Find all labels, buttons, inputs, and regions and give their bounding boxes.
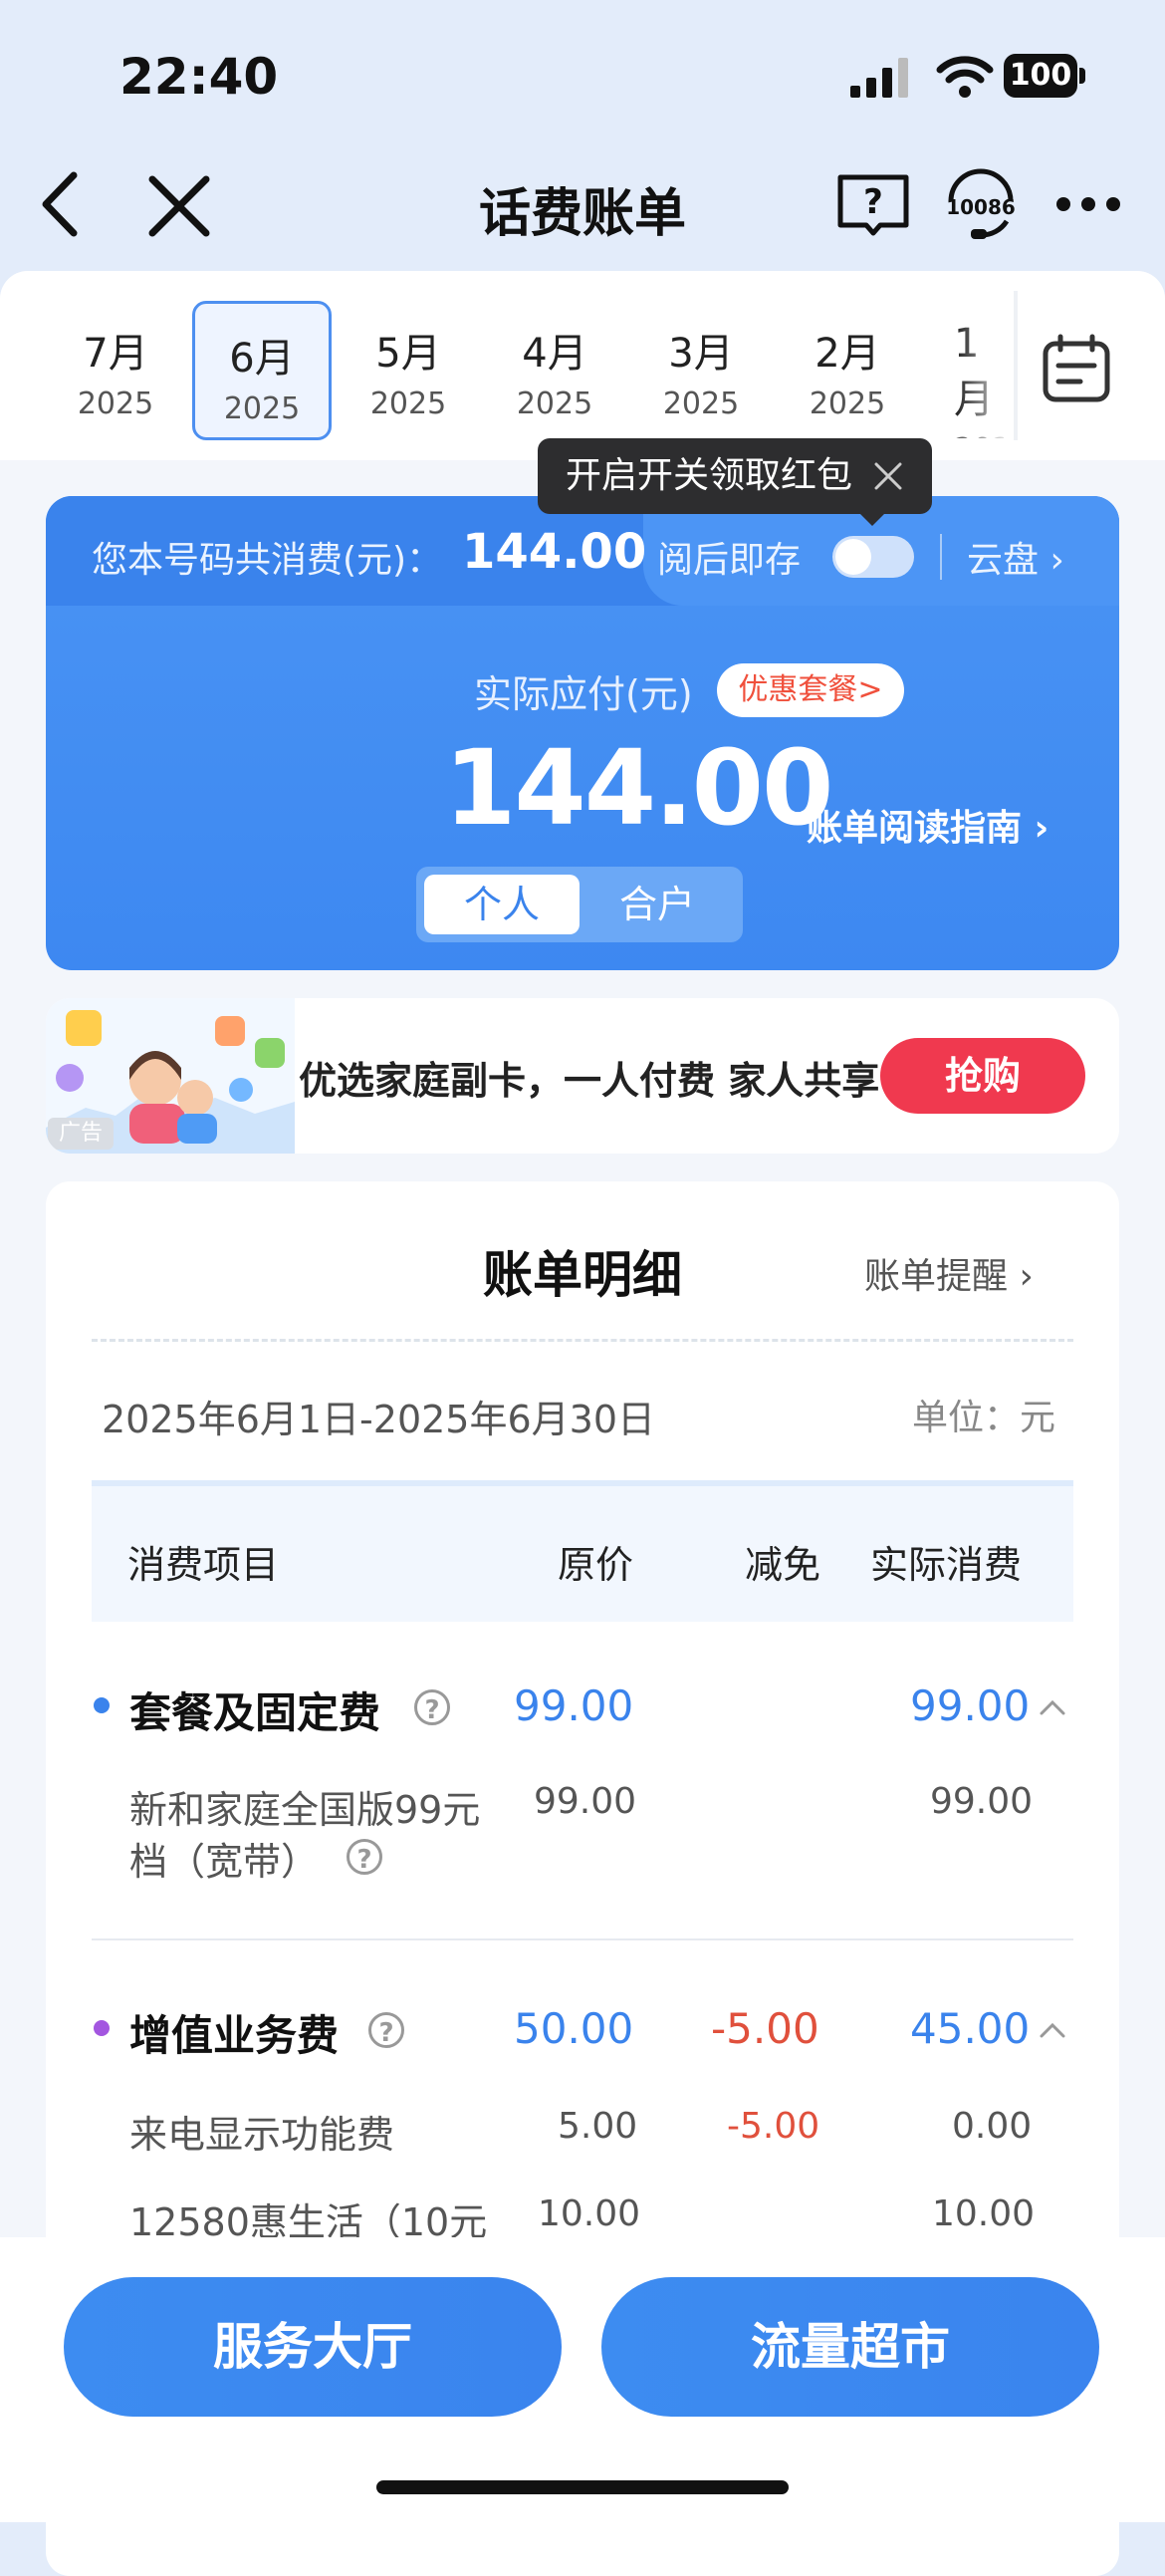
col-actual: 实际消费 [870,1543,1023,1587]
svg-text:?: ? [863,182,883,222]
buy-now-button[interactable]: 抢购 [880,1038,1085,1114]
month-tab[interactable]: 7月 2025 [46,299,185,438]
year-label: 2025 [369,386,447,421]
ad-banner[interactable]: 广告 优选家庭副卡，一人付费 家人共享 抢购 [46,998,1119,1154]
segment-joint[interactable]: 合户 [580,875,735,934]
bill-summary-card: 您本号码共消费(元)： 144.00 阅后即存 云盘 › 实际应付(元) 优惠套… [46,496,1119,970]
ad-tag: 广告 [48,1118,114,1150]
month-label: 6月 [229,336,295,382]
col-discount: 减免 [745,1543,821,1587]
month-tab[interactable]: 2月 2025 [778,299,917,438]
col-original: 原价 [558,1543,634,1587]
customer-service-icon[interactable]: 10086 [941,165,1021,245]
promo-package-badge[interactable]: 优惠套餐> [717,663,904,717]
bill-period: 2025年6月1日-2025年6月30日 [102,1398,656,1441]
group-title: 增值业务费 [129,2011,340,2060]
group-discount: -5.00 [711,2004,819,2053]
group-original: 50.00 [514,2004,634,2053]
ad-text: 优选家庭副卡，一人付费 家人共享 [299,1059,880,1103]
chevron-up-icon[interactable] [1038,1697,1067,1717]
chevron-up-icon[interactable] [1038,2020,1067,2040]
item-actual: 10.00 [932,2193,1036,2234]
cloud-disk-link[interactable]: 云盘 › [967,531,1064,583]
data-market-button[interactable]: 流量超市 [601,2277,1099,2417]
item-name-line2: 档（宽带） [129,1840,320,1884]
signal-icon [850,58,908,98]
year-label: 2025 [662,386,740,421]
table-header: 消费项目 原价 减免 实际消费 [92,1480,1073,1622]
item-discount: -5.00 [727,2106,820,2147]
month-tab[interactable]: 5月 2025 [339,299,478,438]
group-original: 99.00 [514,1681,634,1730]
read-store-toggle[interactable] [832,536,914,578]
battery-icon: 100 [1004,54,1087,100]
item-name: 来电显示功能费 [129,2113,395,2157]
wifi-icon [936,56,994,98]
month-label: 4月 [522,331,587,377]
actual-payable-value: 144.00 [444,727,833,849]
actual-payable-label: 实际应付(元) [474,672,693,716]
more-icon[interactable] [1053,184,1123,224]
month-label: 7月 [83,331,148,377]
bill-remind-link[interactable]: 账单提醒 › [864,1247,1034,1299]
unit-label: 单位：元 [912,1398,1056,1438]
month-label: 2月 [815,331,880,377]
year-label: 2025 [809,386,886,421]
item-original: 99.00 [534,1781,637,1822]
tooltip-text: 开启开关领取红包 [566,455,853,496]
calendar-icon[interactable] [1041,334,1112,405]
bill-guide-link[interactable]: 账单阅读指南 › [807,799,1048,851]
month-tab[interactable]: 4月 2025 [485,299,624,438]
status-time: 22:40 [119,48,279,106]
month-label: 3月 [668,331,734,377]
total-spend-value: 144.00 [462,524,647,580]
service-hall-button[interactable]: 服务大厅 [64,2277,562,2417]
home-indicator [376,2480,789,2494]
help-icon[interactable]: ? [414,1689,450,1725]
help-icon[interactable]: ? [368,2012,404,2048]
month-label: 5月 [375,331,441,377]
item-original: 5.00 [558,2106,638,2147]
help-icon[interactable]: ? [347,1839,382,1875]
help-book-icon[interactable]: ? [834,169,912,239]
group-dot [94,1697,110,1713]
year-label: 2025 [77,386,154,421]
item-actual: 99.00 [930,1781,1034,1822]
col-item: 消费项目 [127,1543,280,1587]
month-tab[interactable]: 3月 2025 [631,299,771,438]
account-type-segment: 个人 合户 [416,867,743,942]
year-label: 2025 [516,386,593,421]
item-name: 新和家庭全国版99元 [129,1788,481,1832]
group-actual: 99.00 [910,1681,1031,1730]
total-spend-label: 您本号码共消费(元)： [92,540,443,581]
segment-personal[interactable]: 个人 [424,875,580,934]
group-title: 套餐及固定费 [129,1688,381,1737]
group-actual: 45.00 [910,2004,1031,2053]
tooltip-close-icon[interactable] [872,460,904,492]
read-store-label: 阅后即存 [657,540,802,581]
month-tab-selected[interactable]: 6月 2025 [192,301,332,440]
battery-level: 100 [1004,54,1077,98]
year-label: 2025 [223,391,301,426]
service-number: 10086 [946,195,1016,219]
item-actual: 0.00 [952,2106,1033,2147]
group-dot [94,2020,110,2036]
item-original: 10.00 [538,2193,641,2234]
